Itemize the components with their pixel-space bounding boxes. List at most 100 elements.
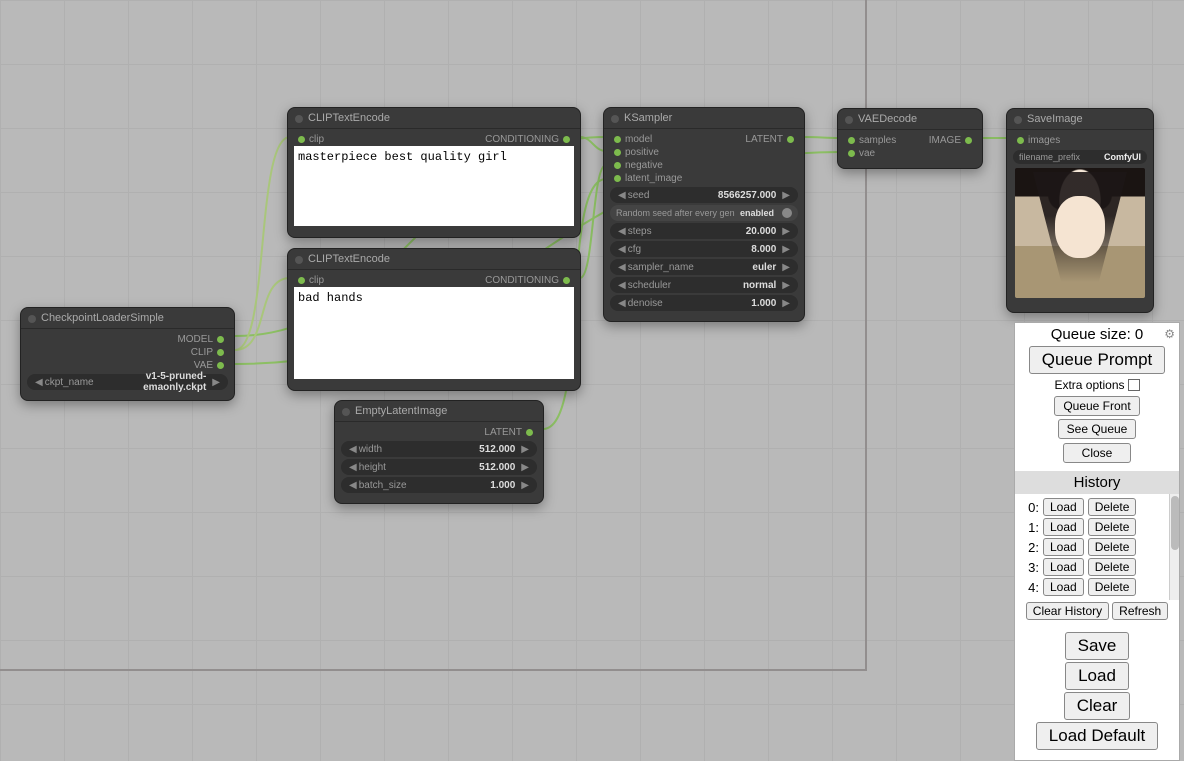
history-delete-button[interactable]: Delete [1088,538,1137,556]
node-empty-latent-image[interactable]: EmptyLatentImage LATENT ◀width512.000▶ ◀… [334,400,544,504]
extra-options-checkbox[interactable] [1128,379,1140,391]
history-load-button[interactable]: Load [1043,558,1084,576]
triangle-left-icon[interactable]: ◀ [347,480,359,491]
slot-images-label: images [1028,135,1060,146]
triangle-right-icon[interactable]: ▶ [519,444,531,455]
triangle-right-icon[interactable]: ▶ [780,280,792,291]
sampler-name-widget[interactable]: ◀sampler_nameeuler▶ [610,259,798,275]
load-button[interactable]: Load [1065,662,1129,690]
history-delete-button[interactable]: Delete [1088,558,1137,576]
node-ksampler[interactable]: KSampler model LATENT positive negative … [603,107,805,322]
triangle-right-icon[interactable]: ▶ [780,226,792,237]
steps-widget[interactable]: ◀steps20.000▶ [610,223,798,239]
slot-model-label: MODEL [177,334,213,345]
history-index: 0: [1021,500,1039,515]
node-title[interactable]: SaveImage [1007,109,1153,130]
node-save-image[interactable]: SaveImage images filename_prefix ComfyUI [1006,108,1154,313]
history-scrollbar[interactable] [1169,494,1179,600]
triangle-left-icon[interactable]: ◀ [616,244,628,255]
filename-prefix-widget[interactable]: filename_prefix ComfyUI [1013,150,1147,164]
see-queue-button[interactable]: See Queue [1058,419,1137,439]
node-title[interactable]: EmptyLatentImage [335,401,543,422]
node-title[interactable]: KSampler [604,108,804,129]
save-button[interactable]: Save [1065,632,1130,660]
history-index: 4: [1021,580,1039,595]
node-title[interactable]: CLIPTextEncode [288,108,580,129]
clear-history-button[interactable]: Clear History [1026,602,1109,620]
scheduler-widget[interactable]: ◀schedulernormal▶ [610,277,798,293]
triangle-left-icon[interactable]: ◀ [347,462,359,473]
width-widget[interactable]: ◀width512.000▶ [341,441,537,457]
node-checkpoint-loader[interactable]: CheckpointLoaderSimple MODEL CLIP VAE ◀ … [20,307,235,401]
triangle-left-icon[interactable]: ◀ [616,190,628,201]
slot-dot-icon [217,349,224,356]
history-delete-button[interactable]: Delete [1088,578,1137,596]
slot-conditioning-label: CONDITIONING [485,275,559,286]
height-widget[interactable]: ◀height512.000▶ [341,459,537,475]
history-load-button[interactable]: Load [1043,498,1084,516]
history-delete-button[interactable]: Delete [1088,518,1137,536]
history-row: 2:LoadDelete [1021,538,1177,556]
queue-front-button[interactable]: Queue Front [1054,396,1139,416]
node-title[interactable]: CLIPTextEncode [288,249,580,270]
slot-dot-icon [563,136,570,143]
triangle-right-icon[interactable]: ▶ [210,377,222,388]
triangle-right-icon[interactable]: ▶ [780,298,792,309]
load-default-button[interactable]: Load Default [1036,722,1158,750]
history-header: History [1015,471,1179,494]
slot-vae-label: vae [859,148,875,159]
refresh-button[interactable]: Refresh [1112,602,1168,620]
triangle-right-icon[interactable]: ▶ [519,462,531,473]
triangle-left-icon[interactable]: ◀ [616,280,628,291]
slot-dot-icon [848,137,855,144]
close-button[interactable]: Close [1063,443,1132,463]
history-index: 1: [1021,520,1039,535]
extra-options-label: Extra options [1054,378,1124,392]
history-load-button[interactable]: Load [1043,578,1084,596]
output-image-preview[interactable] [1015,168,1145,298]
history-row: 1: LoadDelete [1021,518,1177,536]
slot-latent-label: LATENT [745,134,783,145]
triangle-right-icon[interactable]: ▶ [780,190,792,201]
denoise-widget[interactable]: ◀denoise1.000▶ [610,295,798,311]
triangle-left-icon[interactable]: ◀ [33,377,45,388]
triangle-left-icon[interactable]: ◀ [616,298,628,309]
history-load-button[interactable]: Load [1043,518,1084,536]
cfg-widget[interactable]: ◀cfg8.000▶ [610,241,798,257]
positive-prompt-input[interactable] [294,146,574,226]
slot-latent-image-label: latent_image [625,173,682,184]
triangle-right-icon[interactable]: ▶ [519,480,531,491]
queue-prompt-button[interactable]: Queue Prompt [1029,346,1166,374]
ckpt-name-widget[interactable]: ◀ ckpt_name v1-5-pruned-emaonly.ckpt ▶ [27,374,228,390]
negative-prompt-input[interactable] [294,287,574,379]
random-seed-toggle[interactable]: Random seed after every genenabled [610,205,798,221]
node-vae-decode[interactable]: VAEDecode samples IMAGE vae [837,108,983,169]
slot-dot-icon [526,429,533,436]
triangle-right-icon[interactable]: ▶ [780,244,792,255]
history-load-button[interactable]: Load [1043,538,1084,556]
history-list: 0:LoadDelete1:LoadDelete2:LoadDelete3:Lo… [1015,494,1179,600]
scrollbar-thumb[interactable] [1171,496,1179,550]
slot-clip-label: clip [309,275,324,286]
slot-dot-icon [298,277,305,284]
control-panel[interactable]: Queue size: 0 ⚙ Queue Prompt Extra optio… [1014,322,1180,761]
node-clip-text-encode-negative[interactable]: CLIPTextEncode clip CONDITIONING [287,248,581,391]
seed-widget[interactable]: ◀seed8566257.000▶ [610,187,798,203]
slot-clip-label: clip [309,134,324,145]
gear-icon[interactable]: ⚙ [1164,327,1175,341]
node-title[interactable]: CheckpointLoaderSimple [21,308,234,329]
triangle-left-icon[interactable]: ◀ [347,444,359,455]
node-title[interactable]: VAEDecode [838,109,982,130]
slot-dot-icon [614,175,621,182]
triangle-right-icon[interactable]: ▶ [780,262,792,273]
clear-button[interactable]: Clear [1064,692,1131,720]
slot-positive-label: positive [625,147,659,158]
slot-latent-label: LATENT [484,427,522,438]
node-clip-text-encode-positive[interactable]: CLIPTextEncode clip CONDITIONING [287,107,581,238]
history-row: 3:LoadDelete [1021,558,1177,576]
slot-dot-icon [965,137,972,144]
history-delete-button[interactable]: Delete [1088,498,1137,516]
batch-size-widget[interactable]: ◀batch_size1.000▶ [341,477,537,493]
triangle-left-icon[interactable]: ◀ [616,226,628,237]
triangle-left-icon[interactable]: ◀ [616,262,628,273]
